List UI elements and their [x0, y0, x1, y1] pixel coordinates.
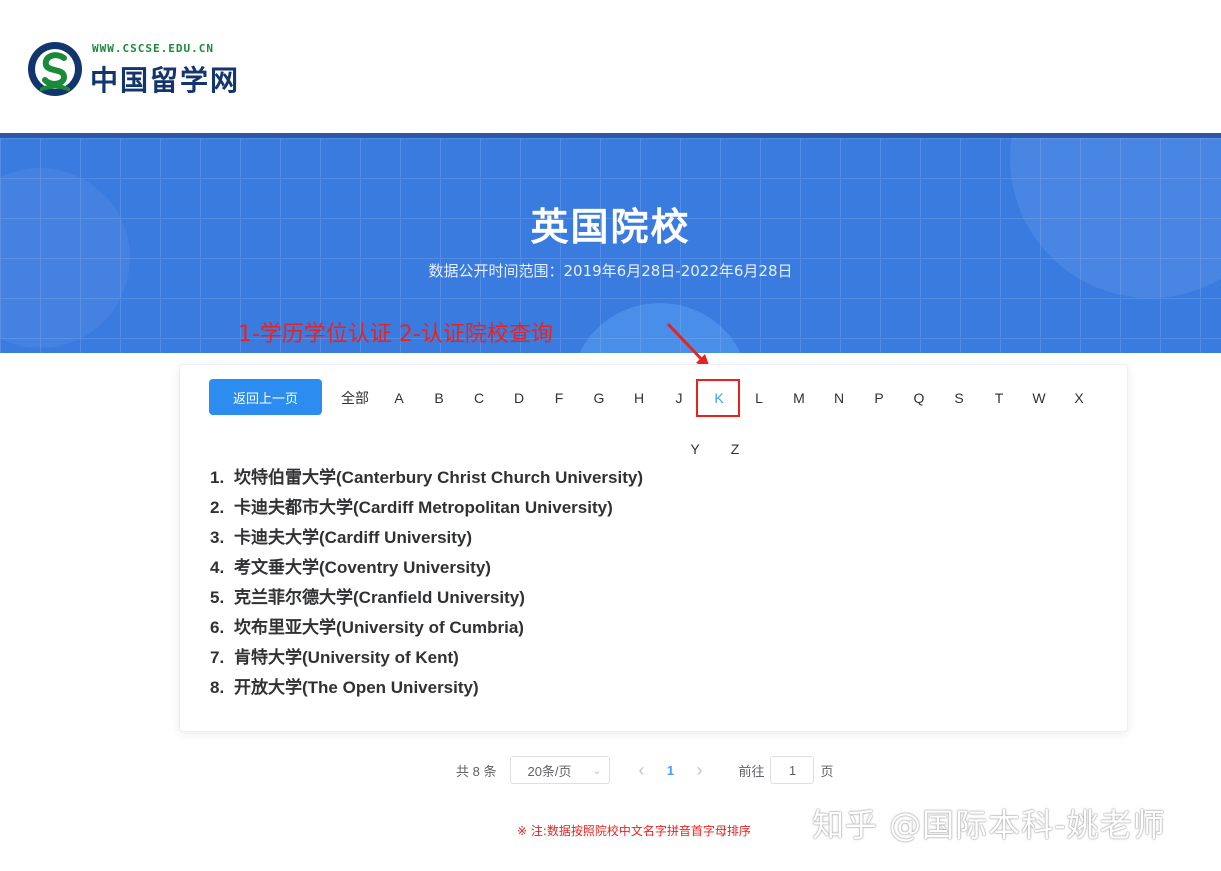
- list-item-number: 1.: [210, 468, 225, 487]
- next-page-icon[interactable]: ›: [690, 760, 708, 781]
- letter-filter-g[interactable]: G: [581, 385, 617, 411]
- letter-filter-a[interactable]: A: [381, 385, 417, 411]
- logo-url: WWW.CSCSE.EDU.CN: [92, 42, 214, 55]
- list-item[interactable]: 1. 坎特伯雷大学(Canterbury Christ Church Univer…: [210, 463, 643, 493]
- letter-filter-l[interactable]: L: [741, 385, 777, 411]
- list-item-number: 4.: [210, 558, 225, 577]
- university-name: 卡迪夫都市大学(Cardiff Metropolitan University): [234, 498, 613, 517]
- cscse-logo-icon: [28, 42, 82, 96]
- page-banner: 英国院校 数据公开时间范围：2019年6月28日-2022年6月28日 1-学历…: [0, 133, 1221, 353]
- page-size-value: 20条/页: [527, 763, 572, 779]
- letter-filter-z[interactable]: Z: [717, 436, 753, 462]
- letter-filter-m[interactable]: M: [781, 385, 817, 411]
- logo-name: 中国留学网: [90, 64, 241, 97]
- goto-page-input[interactable]: [770, 756, 815, 784]
- letter-filter-y[interactable]: Y: [677, 436, 713, 462]
- letter-filter-all[interactable]: 全部: [333, 385, 377, 411]
- letter-filter-c[interactable]: C: [461, 385, 497, 411]
- watermark: 知乎 @国际本科-姚老师: [812, 806, 1166, 844]
- letter-filter-w[interactable]: W: [1021, 385, 1057, 411]
- chevron-down-icon: ⌄: [592, 764, 602, 777]
- page-size-select[interactable]: 20条/页 ⌄: [510, 756, 611, 784]
- annotation-highlight-box: [696, 379, 740, 417]
- university-list: 1. 坎特伯雷大学(Canterbury Christ Church Univer…: [210, 463, 643, 703]
- university-name: 考文垂大学(Coventry University): [234, 558, 491, 577]
- list-item-number: 3.: [210, 528, 225, 547]
- list-item-number: 8.: [210, 678, 225, 697]
- letter-filter-t[interactable]: T: [981, 385, 1017, 411]
- university-card: 返回上一页 全部 A B C D F G H J K L M N P Q S T…: [179, 364, 1128, 732]
- back-button[interactable]: 返回上一页: [209, 379, 322, 415]
- letter-filter-p[interactable]: P: [861, 385, 897, 411]
- total-count: 共 8 条: [456, 763, 497, 779]
- list-item-number: 6.: [210, 618, 225, 637]
- list-item[interactable]: 3. 卡迪夫大学(Cardiff University): [210, 523, 643, 553]
- university-name: 坎布里亚大学(University of Cumbria): [234, 618, 524, 637]
- page-number-current[interactable]: 1: [650, 763, 690, 778]
- letter-filter-j[interactable]: J: [661, 385, 697, 411]
- pagination: 共 8 条 20条/页 ⌄ ‹ 1 › 前往 页: [456, 755, 834, 785]
- list-item-number: 2.: [210, 498, 225, 517]
- list-item[interactable]: 4. 考文垂大学(Coventry University): [210, 553, 643, 583]
- letter-filter-b[interactable]: B: [421, 385, 457, 411]
- university-name: 卡迪夫大学(Cardiff University): [234, 528, 473, 547]
- list-item[interactable]: 5. 克兰菲尔德大学(Cranfield University): [210, 583, 643, 613]
- university-name: 坎特伯雷大学(Canterbury Christ Church Universi…: [234, 468, 643, 487]
- letter-filter-n[interactable]: N: [821, 385, 857, 411]
- date-range-subtitle: 数据公开时间范围：2019年6月28日-2022年6月28日: [428, 262, 793, 280]
- university-name: 肯特大学(University of Kent): [234, 648, 459, 667]
- list-item[interactable]: 2. 卡迪夫都市大学(Cardiff Metropolitan Universit…: [210, 493, 643, 523]
- annotation-text: 1-学历学位认证 2-认证院校查询: [238, 322, 553, 347]
- letter-filter-s[interactable]: S: [941, 385, 977, 411]
- sort-note: ※ 注:数据按照院校中文名字拼音首字母排序: [517, 824, 751, 838]
- list-item[interactable]: 6. 坎布里亚大学(University of Cumbria): [210, 613, 643, 643]
- site-header: WWW.CSCSE.EDU.CN 中国留学网: [0, 0, 1221, 133]
- letter-filter-f[interactable]: F: [541, 385, 577, 411]
- list-item-number: 5.: [210, 588, 225, 607]
- list-item-number: 7.: [210, 648, 225, 667]
- list-item[interactable]: 8. 开放大学(The Open University): [210, 673, 643, 703]
- university-name: 克兰菲尔德大学(Cranfield University): [234, 588, 525, 607]
- university-name: 开放大学(The Open University): [234, 678, 479, 697]
- list-item[interactable]: 7. 肯特大学(University of Kent): [210, 643, 643, 673]
- letter-filter-q[interactable]: Q: [901, 385, 937, 411]
- letter-filter-h[interactable]: H: [621, 385, 657, 411]
- prev-page-icon[interactable]: ‹: [632, 760, 650, 781]
- goto-label: 前往: [738, 763, 765, 779]
- letter-filter-d[interactable]: D: [501, 385, 537, 411]
- page-unit-label: 页: [820, 763, 834, 779]
- site-logo[interactable]: WWW.CSCSE.EDU.CN 中国留学网: [26, 38, 256, 100]
- letter-filter-x[interactable]: X: [1061, 385, 1097, 411]
- page-title: 英国院校: [530, 205, 691, 249]
